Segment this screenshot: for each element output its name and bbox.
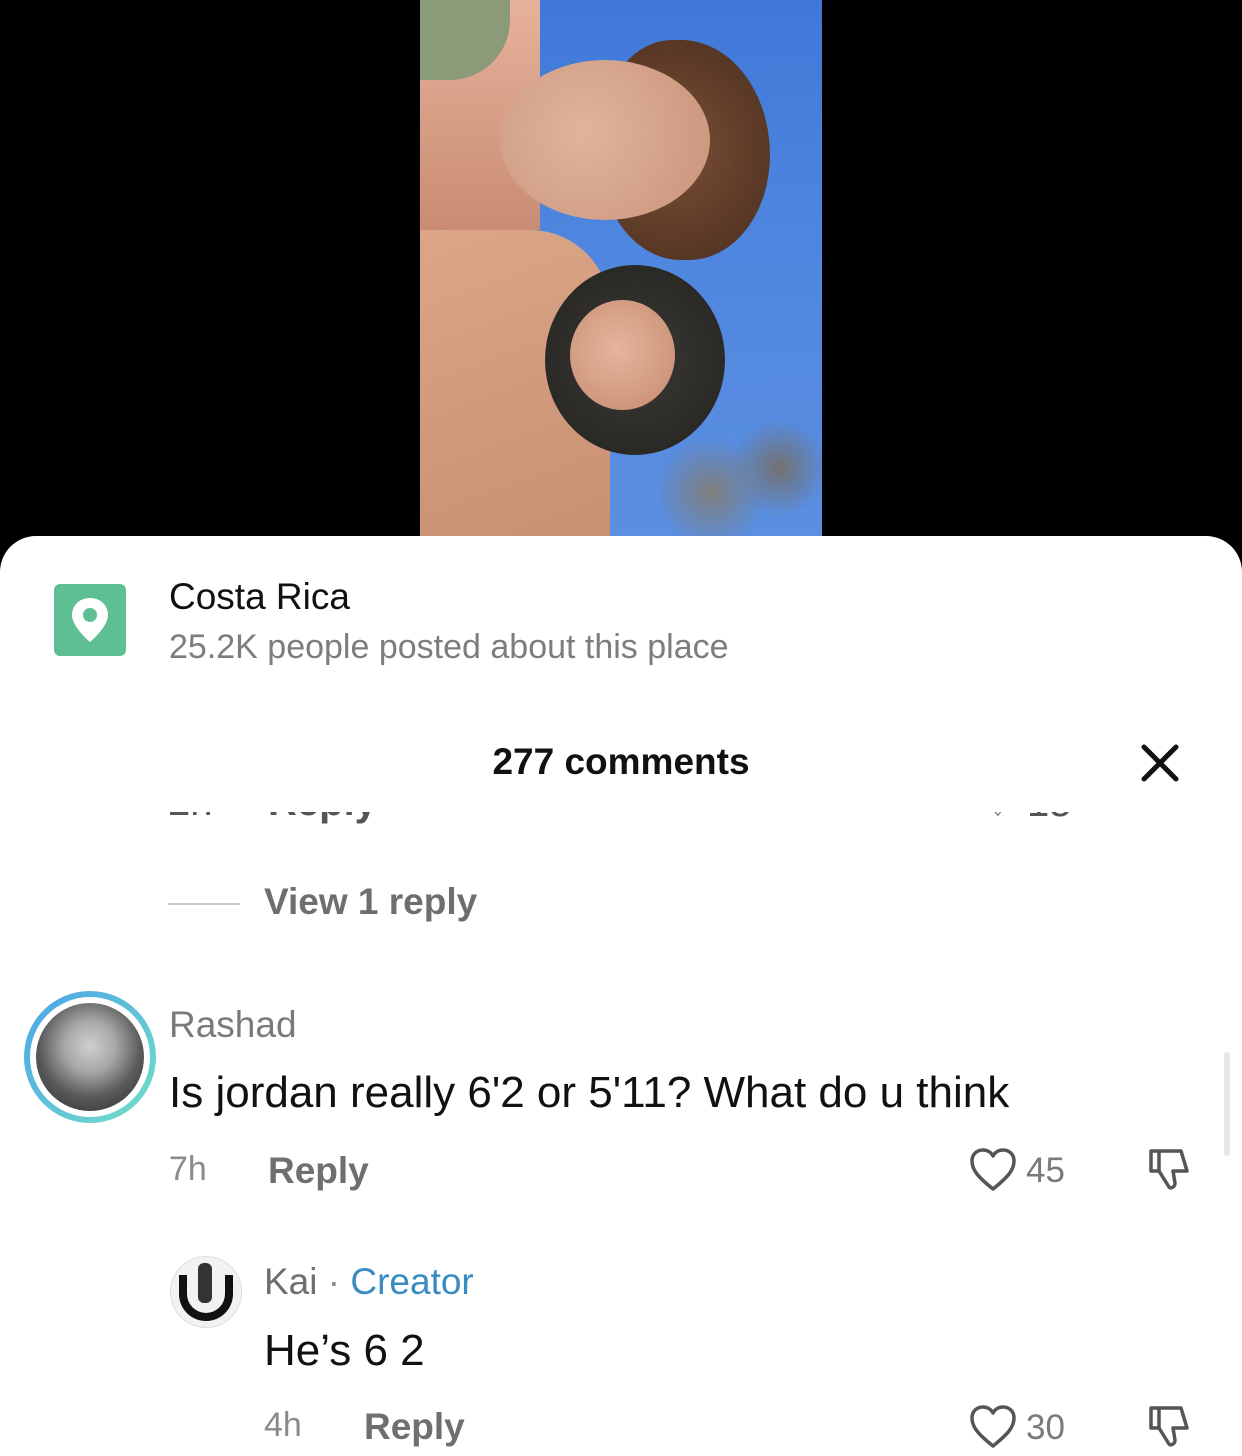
video-frame[interactable] [420, 0, 822, 540]
reply-text: He’s 6 2 [264, 1326, 425, 1375]
like-button[interactable]: 45 [968, 1145, 1088, 1197]
ghost-time: 2h [168, 812, 213, 825]
reply-separator: · [327, 1261, 341, 1302]
location-subtitle: 25.2K people posted about this place [169, 628, 729, 666]
comment-text: Is jordan really 6'2 or 5'11? What do u … [169, 1068, 1010, 1117]
scrollbar[interactable] [1224, 1052, 1230, 1156]
video-face-1 [500, 60, 710, 220]
video-face-2 [570, 300, 675, 410]
reply-time: 4h [264, 1406, 302, 1444]
dislike-icon[interactable] [1145, 1402, 1193, 1455]
comment-username[interactable]: Rashad [169, 1004, 297, 1046]
heart-icon [970, 1405, 1016, 1448]
comments-count-title: 277 comments [492, 741, 750, 782]
location-title: Costa Rica [169, 576, 350, 617]
ghost-reply: Reply [268, 812, 377, 825]
dislike-icon[interactable] [1145, 1145, 1193, 1198]
comment-time: 7h [169, 1150, 207, 1188]
reply-button[interactable]: Reply [268, 1150, 369, 1192]
ghost-like: ♡ 15 [980, 812, 1071, 826]
avatar-photo [36, 1003, 144, 1111]
scrolled-comment-row: 2h Reply ♡ 15 [0, 812, 1242, 838]
video-branches [660, 420, 822, 540]
reply-username: Kai [264, 1261, 318, 1302]
like-count: 45 [1026, 1151, 1065, 1190]
location-pin-icon [54, 584, 126, 656]
reply-author[interactable]: Kai · Creator [264, 1261, 474, 1303]
reply-like-count: 30 [1026, 1408, 1065, 1447]
reply-reply-button[interactable]: Reply [364, 1406, 465, 1448]
avatar[interactable] [24, 991, 156, 1123]
comments-sheet: Costa Rica 25.2K people posted about thi… [0, 536, 1242, 1456]
thread-line [168, 903, 240, 905]
creator-badge: Creator [350, 1261, 474, 1302]
reply-avatar[interactable] [170, 1256, 242, 1328]
view-replies-label: View 1 reply [264, 881, 478, 922]
heart-icon [970, 1148, 1016, 1191]
reply-like-button[interactable]: 30 [968, 1402, 1088, 1454]
location-banner[interactable]: Costa Rica 25.2K people posted about thi… [54, 576, 1054, 684]
close-icon[interactable] [1140, 743, 1190, 793]
